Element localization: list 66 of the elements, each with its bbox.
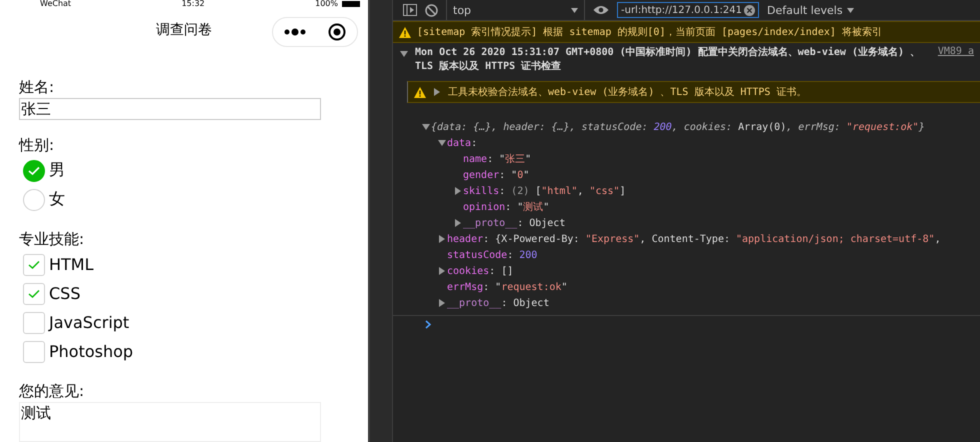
property-line: statusCode: 200	[447, 250, 538, 260]
checkbox-label: JavaScript	[49, 313, 130, 332]
property-line: __proto__: Object	[463, 218, 566, 228]
warning-message: [sitemap 索引情况提示] 根据 sitemap 的规则[0]，当前页面 [pages/index/index] 将被索引	[393, 21, 980, 43]
source-link[interactable]: VM89 a	[938, 46, 974, 74]
more-icon[interactable]	[284, 28, 306, 36]
expand-toggle[interactable]	[399, 51, 409, 57]
property-line: data:	[447, 138, 478, 148]
property-line: errMsg: "request:ok"	[447, 282, 568, 292]
radio-label: 男	[49, 160, 65, 181]
field-label: 性别:	[19, 135, 56, 156]
check-icon	[28, 260, 40, 270]
battery-icon	[342, 1, 360, 7]
radio-label: 女	[49, 189, 65, 210]
checkbox[interactable]	[23, 254, 45, 276]
context-dropdown[interactable]: top	[446, 0, 585, 20]
checkbox[interactable]	[23, 312, 45, 334]
expand-toggle[interactable]	[437, 235, 447, 243]
input-field[interactable]: 张三	[19, 98, 321, 120]
warning-message: 工具未校验合法域名、web-view (业务域名) 、TLS 版本以及 HTTPS 证书。	[448, 86, 806, 99]
carrier-text: WeChat	[40, 0, 72, 8]
clear-console-icon[interactable]	[425, 4, 438, 16]
expand-toggle[interactable]	[432, 88, 442, 96]
check-icon	[28, 166, 40, 176]
property-line: cookies: []	[447, 266, 514, 276]
check-icon	[28, 288, 40, 298]
checkbox[interactable]	[23, 282, 45, 304]
warning-icon	[414, 86, 426, 98]
field-label: 姓名:	[19, 77, 56, 98]
caret-icon	[846, 8, 854, 12]
property-line: gender: "0"	[463, 170, 530, 180]
property-line: skills: (2) ["html", "css"]	[463, 186, 626, 196]
field-label: 专业技能:	[19, 229, 86, 250]
object-preview: {data: {…}, header: {…}, statusCode: 200, cookies: Array(0), errMsg: "request:ok"}	[431, 122, 925, 132]
checkbox-label: CSS	[49, 284, 80, 303]
expand-toggle[interactable]	[437, 299, 447, 307]
expand-toggle[interactable]	[437, 140, 447, 146]
levels-dropdown[interactable]: Default levels	[767, 4, 854, 16]
textarea-field[interactable]: 测试	[19, 402, 321, 442]
clear-icon[interactable]	[744, 4, 756, 16]
battery-text: 100%	[315, 0, 338, 8]
expand-toggle[interactable]	[453, 187, 463, 195]
warning-icon	[399, 26, 411, 38]
field-label: 您的意见:	[19, 381, 86, 402]
sidebar-toggle-icon[interactable]	[403, 4, 417, 16]
eye-icon[interactable]	[593, 5, 609, 15]
checkbox[interactable]	[23, 340, 45, 362]
capsule-menu[interactable]	[272, 17, 358, 47]
checkbox-label: Photoshop	[49, 342, 134, 361]
page-title: 调查问卷	[156, 21, 212, 39]
radio-button[interactable]	[23, 160, 45, 182]
expand-toggle[interactable]	[421, 124, 431, 130]
property-line: opinion: "测试"	[463, 200, 550, 214]
property-line: header: {X-Powered-By: "Express", Content-Type: "application/json; charset=utf-8",	[447, 234, 941, 244]
property-line: name: "张三"	[463, 152, 532, 166]
expand-toggle[interactable]	[453, 219, 463, 227]
group-message: Mon Oct 26 2020 15:31:07 GMT+0800 (中国标准时间) 配置中关闭合法域名、web-view (业务域名) 、TLS 版本以及 HTTPS 证书检查	[415, 46, 922, 74]
property-line: __proto__: Object	[447, 298, 550, 308]
prompt-icon	[425, 320, 431, 329]
expand-toggle[interactable]	[437, 267, 447, 275]
time-text: 15:32	[182, 0, 205, 8]
filter-field[interactable]: -url:http://127.0.0.1:241	[617, 2, 759, 18]
radio-button[interactable]	[23, 188, 45, 210]
checkbox-label: HTML	[49, 255, 94, 274]
caret-icon	[571, 8, 578, 12]
close-icon[interactable]	[328, 23, 346, 41]
